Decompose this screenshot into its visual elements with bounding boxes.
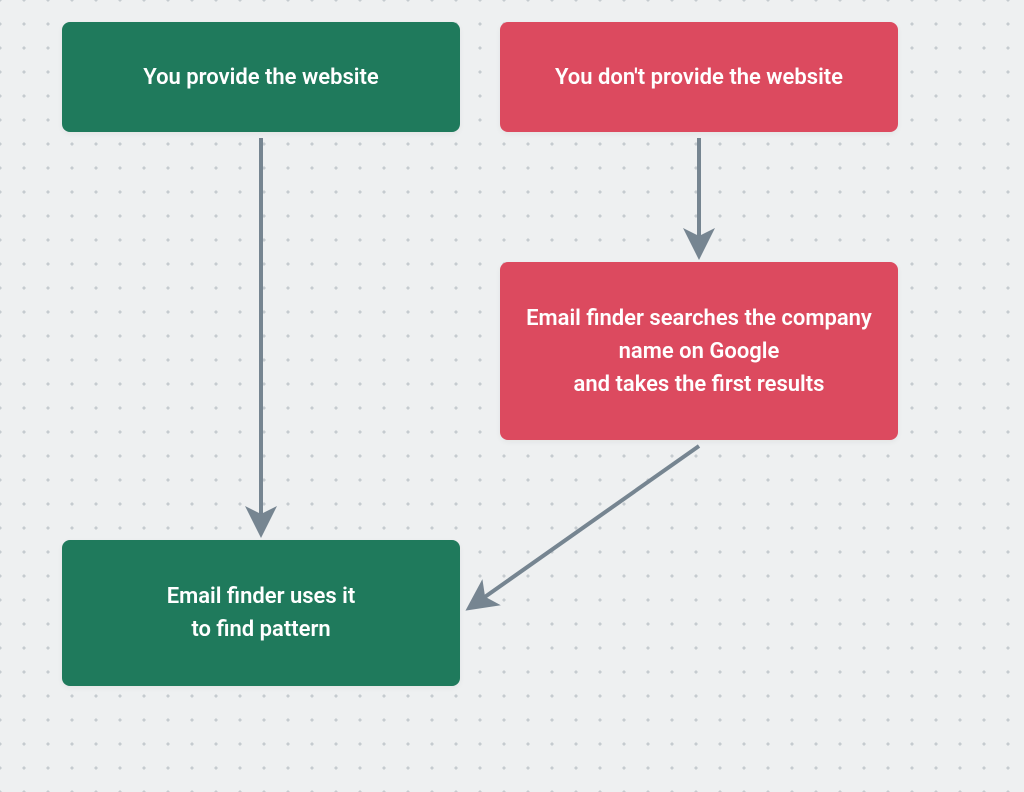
- node-provide-website: You provide the website: [62, 22, 460, 132]
- node-uses-pattern: Email finder uses itto find pattern: [62, 540, 460, 686]
- node-google-search: Email finder searches the company name o…: [500, 262, 898, 440]
- node-not-provide-website: You don't provide the website: [500, 22, 898, 132]
- arrow-google-to-uses: [472, 446, 699, 606]
